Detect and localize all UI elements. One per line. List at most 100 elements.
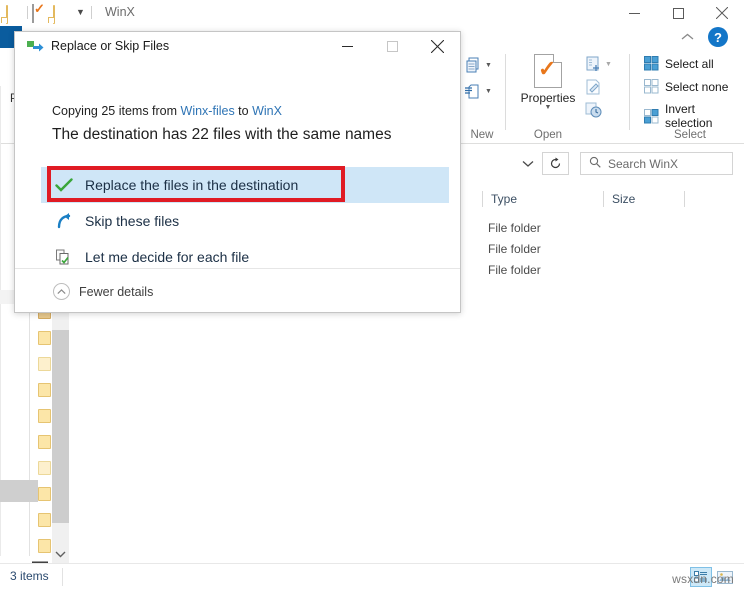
watermark: wsxdn.com: [672, 572, 734, 586]
help-button[interactable]: ?: [708, 27, 728, 47]
subtitle-middle: to: [234, 104, 253, 118]
divider: [629, 54, 630, 130]
subtitle-prefix: Copying 25 items from: [52, 104, 181, 118]
invert-selection-icon: [644, 108, 659, 124]
titlebar: ▼ WinX: [0, 0, 744, 26]
divider: [505, 54, 506, 130]
search-icon: [589, 155, 601, 173]
divider: [62, 568, 63, 586]
quick-access-toolbar: ▼: [6, 4, 92, 24]
dialog-heading: The destination has 22 files with the sa…: [52, 126, 392, 143]
edit-pencil-icon: [584, 78, 603, 97]
column-header-size[interactable]: Size: [604, 188, 684, 210]
minimize-button[interactable]: [325, 32, 370, 60]
select-all-icon: [644, 56, 659, 71]
history-clock-icon: [584, 100, 603, 119]
dialog-footer: Fewer details: [15, 268, 460, 312]
compare-files-icon: [53, 249, 75, 266]
previous-locations-button[interactable]: [516, 153, 540, 174]
divider: [90, 6, 92, 19]
open-with-icon: [584, 55, 603, 74]
folder-icon[interactable]: [38, 409, 51, 423]
option-label: Skip these files: [85, 213, 180, 229]
source-folder-link[interactable]: Winx-files: [181, 104, 235, 118]
history-button[interactable]: [584, 100, 603, 119]
properties-icon[interactable]: [32, 4, 49, 23]
folder-icon[interactable]: [38, 461, 51, 475]
option-label: Let me decide for each file: [85, 249, 250, 265]
option-label: Replace the files in the destination: [85, 177, 299, 193]
scroll-down-button[interactable]: [52, 546, 69, 563]
folder-icon[interactable]: [53, 4, 70, 24]
window-controls: [612, 0, 744, 26]
fewer-details-toggle[interactable]: Fewer details: [53, 283, 153, 300]
select-none-label: Select none: [665, 79, 729, 94]
folder-icon[interactable]: [38, 435, 51, 449]
divider: [27, 6, 28, 19]
edit-button[interactable]: [584, 78, 603, 97]
folder-icon[interactable]: [38, 331, 51, 345]
table-row[interactable]: File folder: [488, 221, 541, 235]
maximize-button: [370, 32, 415, 60]
ribbon-group-label-open: Open: [533, 129, 563, 141]
dialog-window-controls: [325, 32, 460, 60]
fewer-details-label: Fewer details: [79, 284, 154, 299]
folder-icon[interactable]: [38, 383, 51, 397]
column-header-type[interactable]: Type: [483, 188, 603, 210]
close-button[interactable]: [700, 0, 744, 26]
search-input[interactable]: Search WinX: [580, 152, 733, 175]
new-item-button[interactable]: ▼: [464, 56, 492, 75]
blue-skip-arrow-icon: [53, 213, 75, 229]
properties-label: Properties: [520, 91, 576, 105]
folder-icon[interactable]: [38, 539, 51, 553]
chevron-down-icon[interactable]: ▼: [512, 104, 584, 111]
copy-files-icon: [27, 40, 44, 53]
folder-icon[interactable]: [38, 487, 51, 501]
properties-icon: [534, 54, 562, 88]
new-folder-icon[interactable]: [6, 4, 23, 24]
search-placeholder: Search WinX: [608, 156, 679, 171]
status-bar: 3 items wsxdn.com: [0, 563, 744, 589]
list-row-highlight: [0, 480, 38, 502]
maximize-button[interactable]: [656, 0, 700, 26]
close-button[interactable]: [415, 32, 460, 60]
chevron-down-icon[interactable]: ▼: [605, 61, 612, 68]
minimize-button[interactable]: [612, 0, 656, 26]
table-row[interactable]: File folder: [488, 263, 541, 277]
invert-selection-label: Invert selection: [665, 102, 713, 130]
destination-folder-link[interactable]: WinX: [252, 104, 282, 118]
select-none-button[interactable]: Select none: [644, 79, 728, 94]
ribbon-group-select: Select all Select none Invert selection …: [636, 48, 744, 143]
option-skip-files[interactable]: Skip these files: [41, 203, 449, 239]
folder-icon[interactable]: [38, 357, 51, 371]
select-none-icon: [644, 79, 659, 94]
status-item-count: 3 items: [10, 569, 49, 583]
ribbon-group-label-select: Select: [674, 129, 706, 141]
chevron-down-icon[interactable]: ▼: [485, 62, 492, 69]
easy-access-icon: [464, 82, 483, 101]
chevron-down-icon[interactable]: ▼: [485, 88, 492, 95]
divider: [684, 191, 685, 207]
scrollbar-thumb[interactable]: [52, 330, 69, 523]
dialog-titlebar: Replace or Skip Files: [15, 32, 460, 60]
chevron-up-icon[interactable]: [676, 28, 698, 46]
replace-or-skip-files-dialog: Replace or Skip Files Copying 25 items f…: [14, 31, 461, 313]
easy-access-button[interactable]: ▼: [464, 82, 492, 101]
ribbon-group-label-new: New: [470, 129, 494, 141]
table-row[interactable]: File folder: [488, 242, 541, 256]
select-all-button[interactable]: Select all: [644, 56, 714, 71]
customize-quick-access-icon[interactable]: ▼: [74, 8, 87, 17]
green-check-icon: [53, 177, 75, 193]
window-title: WinX: [105, 5, 135, 19]
open-button[interactable]: ▼: [584, 55, 612, 74]
properties-button[interactable]: Properties ▼: [512, 54, 584, 111]
conflict-options-list: Replace the files in the destination Ski…: [41, 167, 449, 275]
refresh-button[interactable]: [542, 152, 569, 175]
ribbon-group-new: ▼ ▼ New: [462, 48, 502, 143]
ribbon-group-open: Properties ▼ Open: [512, 48, 584, 143]
new-item-icon: [464, 56, 483, 75]
folder-icon[interactable]: [38, 513, 51, 527]
option-replace-files[interactable]: Replace the files in the destination: [41, 167, 449, 203]
dialog-subtitle: Copying 25 items from Winx-files to WinX: [52, 104, 282, 118]
invert-selection-button[interactable]: Invert selection: [644, 102, 744, 130]
